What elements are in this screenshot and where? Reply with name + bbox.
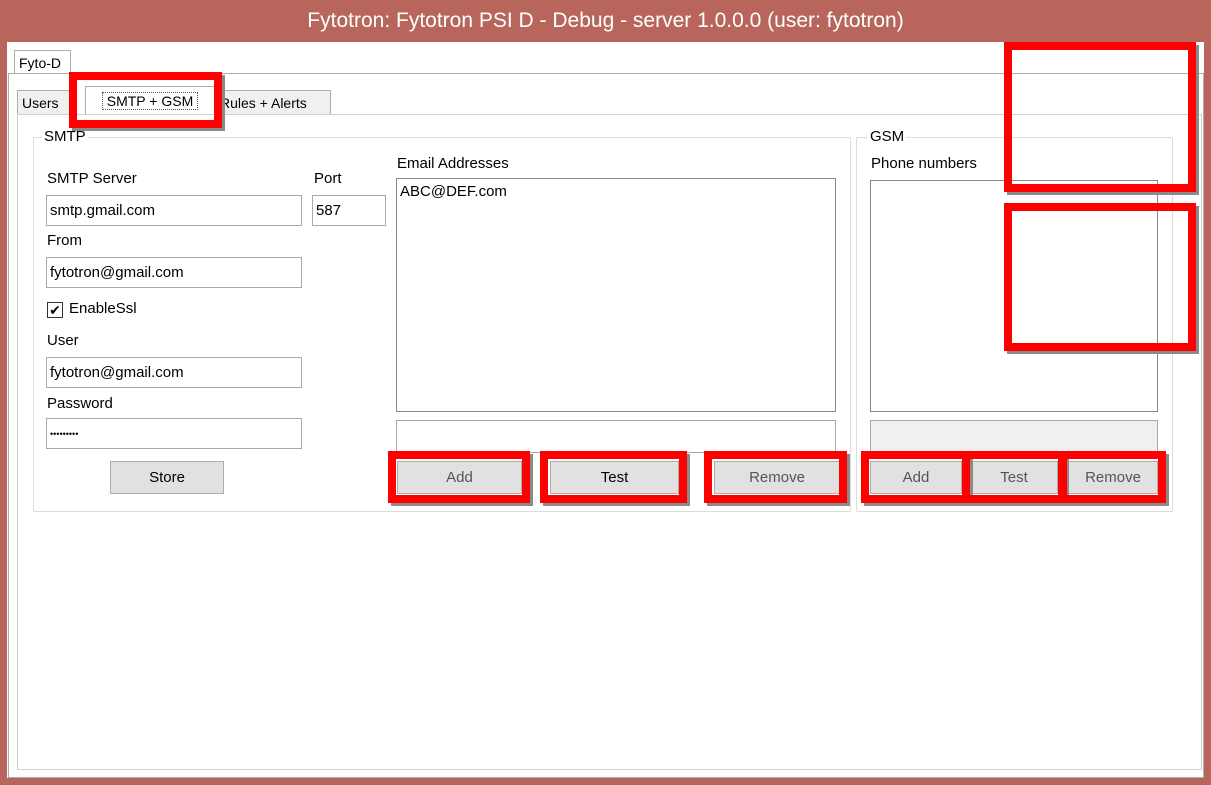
email-addresses-list[interactable]: ABC@DEF.com <box>396 178 836 412</box>
window-title: Fytotron: Fytotron PSI D - Debug - serve… <box>307 9 904 32</box>
gsm-add-button-label: Add <box>902 469 930 486</box>
port-value: 587 <box>316 202 342 219</box>
password-value: ••••••••• <box>50 428 79 439</box>
smtp-server-label: SMTP Server <box>47 170 137 187</box>
tab-smtp-gsm[interactable]: SMTP + GSM <box>85 86 215 115</box>
email-add-button-label: Add <box>446 469 473 486</box>
tab-rules-alerts-label: Rules + Alerts <box>220 95 307 111</box>
enable-ssl-checkbox[interactable]: ✔ <box>47 302 63 318</box>
gsm-test-button[interactable]: Test <box>970 461 1058 494</box>
gsm-add-button[interactable]: Add <box>870 461 962 494</box>
password-input[interactable]: ••••••••• <box>46 418 302 449</box>
smtp-legend: SMTP <box>42 128 88 145</box>
email-test-button[interactable]: Test <box>550 461 679 494</box>
tab-fyto-d-label: Fyto-D <box>19 54 61 71</box>
email-test-button-label: Test <box>600 469 629 486</box>
phone-numbers-label: Phone numbers <box>871 155 977 172</box>
gsm-test-button-label: Test <box>1000 469 1028 486</box>
user-input[interactable]: fytotron@gmail.com <box>46 357 302 388</box>
tab-users[interactable]: Users <box>17 90 75 115</box>
password-label: Password <box>47 395 113 412</box>
phone-entry-input[interactable] <box>870 420 1158 453</box>
window-title-bar[interactable]: Fytotron: Fytotron PSI D - Debug - serve… <box>0 0 1211 42</box>
email-remove-button-label: Remove <box>749 469 805 486</box>
gsm-remove-button-label: Remove <box>1085 469 1141 486</box>
from-value: fytotron@gmail.com <box>50 264 184 281</box>
store-button-label: Store <box>149 469 185 486</box>
email-addresses-label: Email Addresses <box>397 155 509 172</box>
from-label: From <box>47 232 82 249</box>
tab-rules-alerts[interactable]: Rules + Alerts <box>215 90 331 115</box>
checkmark-icon: ✔ <box>49 302 61 318</box>
email-remove-button[interactable]: Remove <box>714 461 840 494</box>
phone-numbers-list[interactable] <box>870 180 1158 412</box>
user-value: fytotron@gmail.com <box>50 364 184 381</box>
from-input[interactable]: fytotron@gmail.com <box>46 257 302 288</box>
tab-smtp-gsm-label: SMTP + GSM <box>101 92 199 110</box>
enable-ssl-label: EnableSsl <box>69 300 137 317</box>
smtp-server-value: smtp.gmail.com <box>50 202 156 219</box>
smtp-server-input[interactable]: smtp.gmail.com <box>46 195 302 226</box>
port-input[interactable]: 587 <box>312 195 386 226</box>
tab-fyto-d[interactable]: Fyto-D <box>14 50 71 74</box>
store-button[interactable]: Store <box>110 461 224 494</box>
email-entry-input[interactable] <box>396 420 836 453</box>
tab-users-label: Users <box>22 95 59 111</box>
list-item-email[interactable]: ABC@DEF.com <box>400 183 832 200</box>
user-label: User <box>47 332 79 349</box>
gsm-legend: GSM <box>868 128 907 145</box>
email-add-button[interactable]: Add <box>397 461 522 494</box>
port-label: Port <box>314 170 342 187</box>
gsm-remove-button[interactable]: Remove <box>1068 461 1158 494</box>
